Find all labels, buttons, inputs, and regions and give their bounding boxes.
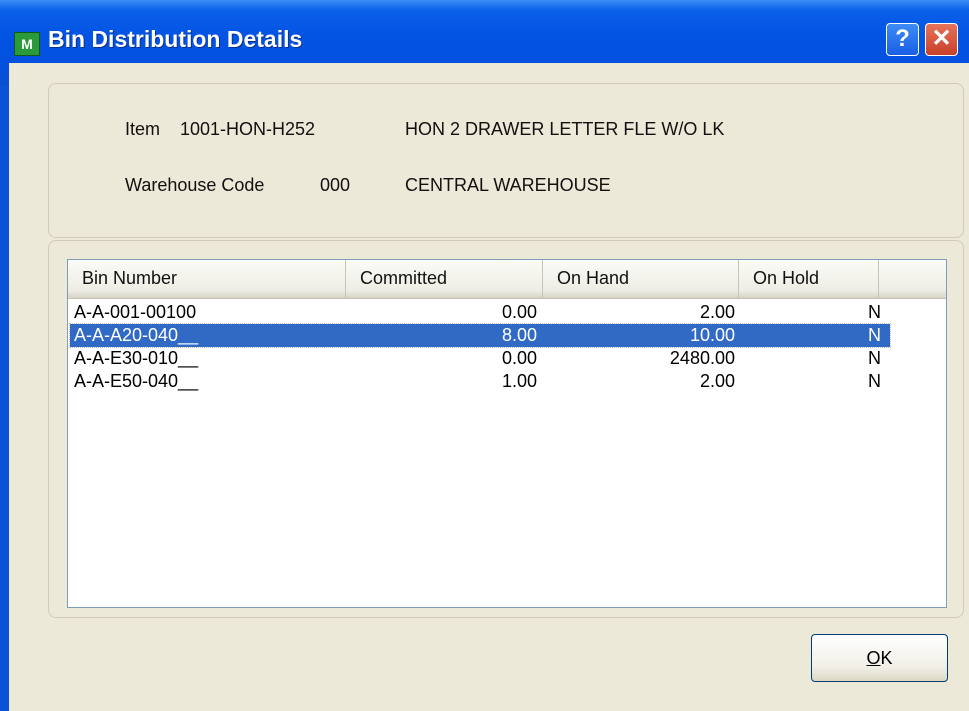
on-hand-cell: 2.00 — [699, 302, 735, 322]
table-row-selected[interactable]: A-A-A20-040__ 8.00 10.00 N — [69, 323, 891, 348]
column-header-committed[interactable]: Committed — [346, 260, 543, 298]
dialog-window: M Bin Distribution Details ? ✕ Item 1001… — [0, 0, 969, 711]
on-hold-cell: N — [868, 302, 881, 322]
dialog-body: Item 1001-HON-H252 HON 2 DRAWER LETTER F… — [9, 63, 969, 711]
item-code: 1001-HON-H252 — [180, 119, 316, 139]
item-info-group — [48, 83, 964, 238]
item-description: HON 2 DRAWER LETTER FLE W/O LK — [405, 119, 725, 139]
column-header-on-hand[interactable]: On Hand — [543, 260, 739, 298]
bin-number-cell: A-A-A20-040__ — [74, 325, 199, 345]
on-hold-cell: N — [868, 371, 881, 391]
bin-list[interactable]: Bin Number Committed On Hand On Hold A-A… — [67, 259, 947, 608]
on-hold-cell: N — [868, 325, 881, 345]
committed-cell: 8.00 — [501, 325, 537, 345]
ok-mnemonic: O — [866, 648, 881, 668]
item-label: Item — [125, 119, 161, 139]
bin-number-cell: A-A-001-00100 — [74, 302, 197, 322]
close-button[interactable]: ✕ — [925, 23, 958, 56]
on-hand-cell: 2480.00 — [669, 348, 735, 368]
committed-cell: 0.00 — [501, 302, 537, 322]
app-icon: M — [14, 32, 40, 56]
warehouse-label: Warehouse Code — [125, 175, 265, 195]
committed-cell: 1.00 — [501, 371, 537, 391]
on-hand-cell: 10.00 — [689, 325, 735, 345]
on-hold-cell: N — [868, 348, 881, 368]
column-header-on-hold[interactable]: On Hold — [739, 260, 879, 298]
table-row[interactable]: A-A-E50-040__ 1.00 2.00 N — [70, 370, 890, 393]
on-hand-cell: 2.00 — [699, 371, 735, 391]
column-header-bin-number[interactable]: Bin Number — [68, 260, 346, 298]
table-row[interactable]: A-A-E30-010__ 0.00 2480.00 N — [70, 347, 890, 370]
list-header: Bin Number Committed On Hand On Hold — [68, 260, 946, 299]
bin-number-cell: A-A-E30-010__ — [74, 348, 199, 368]
ok-button[interactable]: OK — [811, 634, 948, 682]
warehouse-description: CENTRAL WAREHOUSE — [405, 175, 611, 195]
committed-cell: 0.00 — [501, 348, 537, 368]
help-button[interactable]: ? — [886, 23, 919, 56]
warehouse-code: 000 — [320, 175, 351, 195]
window-title: Bin Distribution Details — [48, 26, 303, 52]
bin-number-cell: A-A-E50-040__ — [74, 371, 199, 391]
table-row[interactable]: A-A-001-00100 0.00 2.00 N — [70, 301, 890, 324]
ok-label-rest: K — [880, 648, 893, 668]
